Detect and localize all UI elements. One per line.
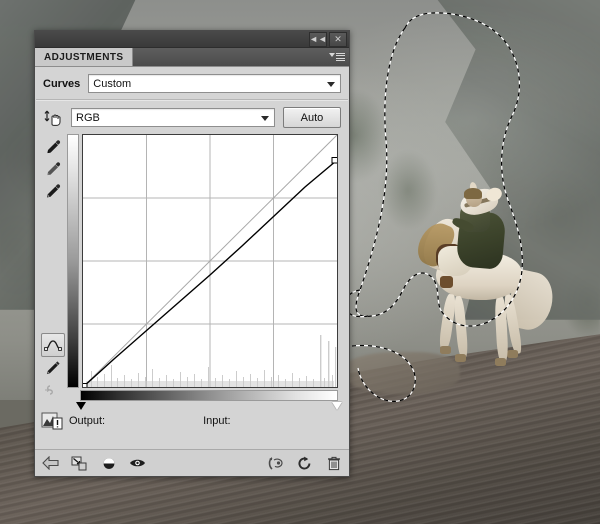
preset-dropdown[interactable]: Custom — [88, 74, 341, 93]
return-to-adjustment-list-icon[interactable] — [42, 455, 59, 472]
horse-and-rider — [412, 181, 558, 386]
channel-dropdown[interactable]: RGB — [71, 108, 275, 127]
target-adjustment-tool-icon[interactable] — [43, 108, 63, 128]
white-point-slider[interactable] — [332, 402, 342, 410]
collapse-icon[interactable]: ◄◄ — [309, 32, 327, 47]
curve-control-point-black — [81, 383, 88, 390]
input-gradient-row — [67, 390, 342, 410]
delete-adjustment-trash-icon[interactable] — [325, 455, 342, 472]
curve-plot[interactable] — [81, 134, 338, 390]
input-label: Input: — [203, 414, 231, 427]
horse-leg-front-far — [453, 295, 469, 359]
preset-value: Custom — [93, 77, 132, 90]
hamburger-icon — [336, 52, 345, 62]
stirrup — [440, 276, 453, 288]
curve-control-point-white — [331, 157, 338, 164]
horse-hoof-front-far — [455, 354, 466, 362]
rider-hair — [464, 188, 482, 199]
panel-menu-icon[interactable] — [325, 48, 349, 66]
tab-adjustments[interactable]: ADJUSTMENTS — [35, 48, 134, 66]
channel-row: RGB Auto — [35, 101, 349, 134]
horse-hoof-rear-far — [507, 350, 518, 358]
reset-adjustment-icon[interactable] — [296, 455, 313, 472]
black-point-slider[interactable] — [76, 402, 86, 410]
white-point-eyedropper-icon[interactable] — [42, 180, 64, 202]
horse-hoof-rear-near — [495, 358, 506, 366]
input-gradient-bar — [76, 390, 342, 410]
close-icon[interactable]: ✕ — [329, 32, 347, 47]
gradient-row-spacer — [67, 390, 80, 401]
chevron-down-icon — [327, 81, 335, 87]
output-gradient-bar — [67, 134, 79, 388]
black-point-eyedropper-icon[interactable] — [42, 136, 64, 158]
histogram-warning-icon[interactable] — [41, 411, 63, 430]
output-label: Output: — [69, 414, 106, 427]
edit-points-tool-icon[interactable] — [41, 333, 65, 357]
clip-to-layer-icon[interactable] — [71, 455, 88, 472]
curve-graph-wrapper — [67, 134, 342, 410]
view-previous-state-icon[interactable] — [267, 455, 284, 472]
toggle-visibility-eye-icon[interactable] — [129, 455, 146, 472]
panel-footer — [35, 449, 349, 476]
plot-histogram — [86, 335, 337, 387]
panel-body: Curves Custom RGB Auto Output: Input: — [35, 67, 349, 436]
panel-tab-row: ADJUSTMENTS — [35, 48, 349, 67]
tab-empty-area — [133, 48, 325, 66]
toggle-preview-icon[interactable] — [100, 455, 117, 472]
preset-row: Curves Custom — [35, 67, 349, 99]
curve-editor-area — [35, 134, 349, 410]
graph-row — [67, 134, 341, 390]
adjustments-panel: ◄◄ ✕ ADJUSTMENTS Curves Custom RGB Auto … — [34, 30, 350, 477]
smooth-curve-tool-icon — [42, 379, 64, 401]
gray-point-eyedropper-icon[interactable] — [42, 158, 64, 180]
pencil-tool-icon[interactable] — [42, 357, 64, 379]
horse-hoof-front-near — [440, 346, 451, 354]
preset-label: Curves — [43, 77, 81, 90]
curve-plot-svg — [81, 134, 338, 390]
horse-leg-front-near — [438, 293, 457, 351]
curve-tool-column — [39, 134, 67, 401]
chevron-down-icon — [261, 115, 269, 121]
chevron-down-icon — [329, 53, 335, 57]
channel-value: RGB — [76, 111, 100, 124]
titlebar-buttons: ◄◄ ✕ — [309, 32, 347, 47]
auto-button[interactable]: Auto — [283, 107, 341, 128]
panel-titlebar: ◄◄ ✕ — [35, 31, 349, 48]
